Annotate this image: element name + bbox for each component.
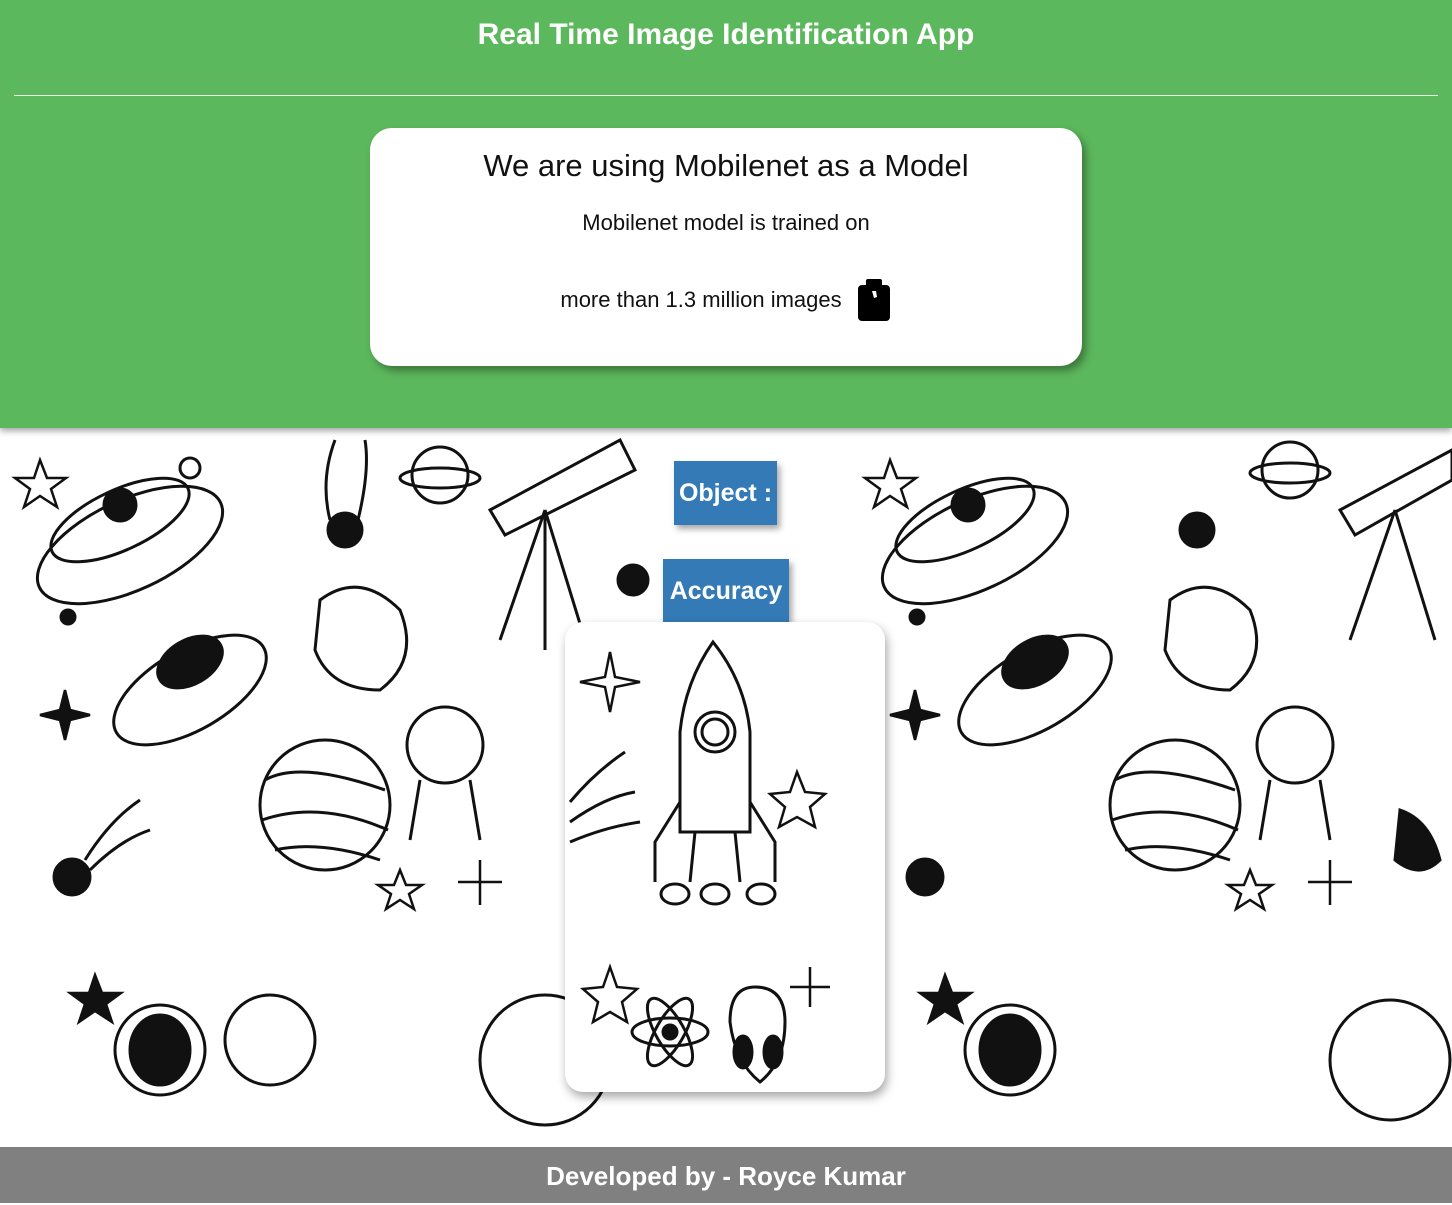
meteor-doodle (52, 798, 151, 897)
earth-doodle-right (1328, 998, 1452, 1122)
accuracy-result-button[interactable]: Accuracy : (663, 559, 789, 669)
planet-doodle (258, 738, 392, 872)
rocket-doodle (653, 639, 777, 906)
ufo-doodle (112, 633, 268, 747)
webcam-preview (565, 622, 885, 1092)
galaxy-doodle (35, 456, 225, 626)
card-description-line2-row: more than 1.3 million images (370, 277, 1082, 323)
footer-credit: Developed by - Royce Kumar (546, 1161, 906, 1191)
card-description-line2: more than 1.3 million images (560, 287, 842, 312)
webcam-frame-image (568, 639, 830, 1084)
card-title: We are using Mobilenet as a Model (483, 148, 969, 183)
meteor-doodle-right (905, 807, 1442, 897)
spaceship-doodle-right (1255, 705, 1335, 841)
alien-doodle (728, 985, 787, 1084)
header-bar: Real Time Image Identification App We ar… (0, 0, 1452, 428)
planet-doodle-right (1108, 738, 1242, 872)
asteroid-doodle-right (1163, 585, 1259, 692)
atom-doodle (630, 996, 710, 1068)
telescope-doodle (487, 437, 638, 650)
ufo-doodle-right (957, 633, 1113, 747)
card-description-line1: Mobilenet model is trained on (582, 210, 870, 235)
galaxy-doodle-right (880, 476, 1070, 626)
object-result-button[interactable]: Object : (674, 461, 777, 525)
astronaut-doodle (113, 1003, 207, 1097)
asteroid-doodle (313, 585, 409, 692)
comet-doodle-in-preview (568, 750, 641, 844)
app-title: Real Time Image Identification App (477, 18, 975, 51)
star-doodle-in-preview (579, 651, 830, 1025)
sun-doodle (616, 563, 650, 597)
comet-doodle (324, 439, 368, 549)
spaceship-doodle (405, 705, 485, 841)
small-planet-doodle-right (1248, 440, 1332, 500)
small-planet-doodle (398, 445, 482, 505)
astronaut-doodle-right (963, 1003, 1057, 1097)
telescope-doodle-right (1337, 448, 1452, 641)
footer-bar: Developed by - Royce Kumar (0, 1147, 1452, 1203)
moon-asteroid-doodle (223, 993, 317, 1087)
camera-icon (857, 279, 890, 321)
header-divider (14, 95, 1438, 96)
model-info-card: We are using Mobilenet as a Model Mobile… (370, 128, 1082, 366)
comet-doodle-right (1178, 511, 1216, 549)
